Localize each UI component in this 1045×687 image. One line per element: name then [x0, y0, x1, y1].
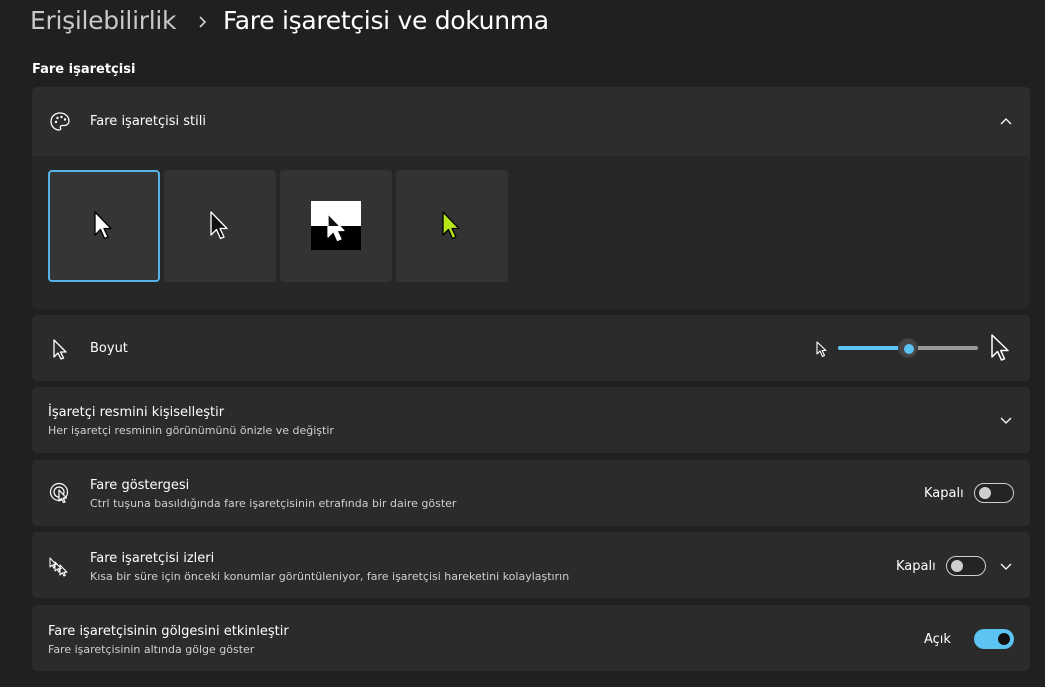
pointer-style-black[interactable]	[164, 170, 276, 282]
palette-icon	[50, 112, 70, 131]
pointer-shadow-card: Fare işaretçisinin gölgesini etkinleştir…	[32, 605, 1030, 671]
white-pointer-icon	[94, 211, 112, 240]
chevron-up-icon[interactable]	[998, 114, 1014, 130]
large-pointer-icon	[991, 334, 1009, 361]
trails-label: Fare işaretçisi izleri	[90, 551, 215, 566]
pointer-indicator-card: Fare göstergesi Ctrl tuşuna basıldığında…	[32, 460, 1030, 526]
pointer-icon	[53, 339, 67, 360]
customize-label: İşaretçi resmini kişiselleştir	[48, 405, 225, 420]
shadow-label: Fare işaretçisinin gölgesini etkinleştir	[48, 624, 289, 639]
pointer-style-header[interactable]: Fare işaretçisi stili	[32, 87, 1030, 156]
indicator-label: Fare göstergesi	[90, 478, 190, 493]
indicator-description: Ctrl tuşuna basıldığında fare işaretçisi…	[90, 497, 457, 510]
pointer-style-card: Fare işaretçisi stili	[32, 87, 1030, 309]
custom-color-pointer-icon	[442, 211, 460, 240]
pointer-style-custom[interactable]	[396, 170, 508, 282]
indicator-state-label: Kapalı	[924, 486, 964, 501]
page-title: Fare işaretçisi ve dokunma	[223, 6, 549, 35]
chevron-right-icon	[199, 16, 207, 28]
customize-description: Her işaretçi resminin görünümünü önizle …	[48, 424, 334, 437]
indicator-toggle[interactable]	[974, 483, 1014, 503]
chevron-down-icon[interactable]	[998, 558, 1014, 574]
breadcrumb-parent[interactable]: Erişilebilirlik	[30, 6, 176, 35]
pointer-style-options	[32, 156, 1030, 309]
pointer-style-label: Fare işaretçisi stili	[90, 114, 206, 129]
pointer-style-inverted[interactable]	[280, 170, 392, 282]
slider-thumb[interactable]	[898, 338, 918, 358]
black-pointer-icon	[210, 211, 228, 240]
small-pointer-icon	[816, 341, 827, 358]
trails-description: Kısa bir süre için önceki konumlar görün…	[90, 570, 570, 583]
pointer-trails-icon	[49, 557, 68, 577]
shadow-toggle[interactable]	[974, 629, 1014, 649]
pointer-indicator-icon	[49, 482, 69, 504]
trails-state-label: Kapalı	[896, 559, 936, 574]
chevron-down-icon[interactable]	[998, 412, 1014, 428]
trails-toggle[interactable]	[946, 556, 986, 576]
pointer-style-white[interactable]	[48, 170, 160, 282]
shadow-state-label: Açık	[924, 632, 951, 647]
size-slider[interactable]	[838, 338, 978, 358]
customize-pointer-card[interactable]: İşaretçi resmini kişiselleştir Her işare…	[32, 387, 1030, 453]
size-label: Boyut	[90, 341, 128, 356]
inverted-pointer-icon	[327, 213, 345, 242]
pointer-trails-card: Fare işaretçisi izleri Kısa bir süre içi…	[32, 532, 1030, 598]
shadow-description: Fare işaretçisinin altında gölge göster	[48, 643, 255, 656]
size-card: Boyut	[32, 315, 1030, 381]
section-title: Fare işaretçisi	[32, 62, 136, 77]
